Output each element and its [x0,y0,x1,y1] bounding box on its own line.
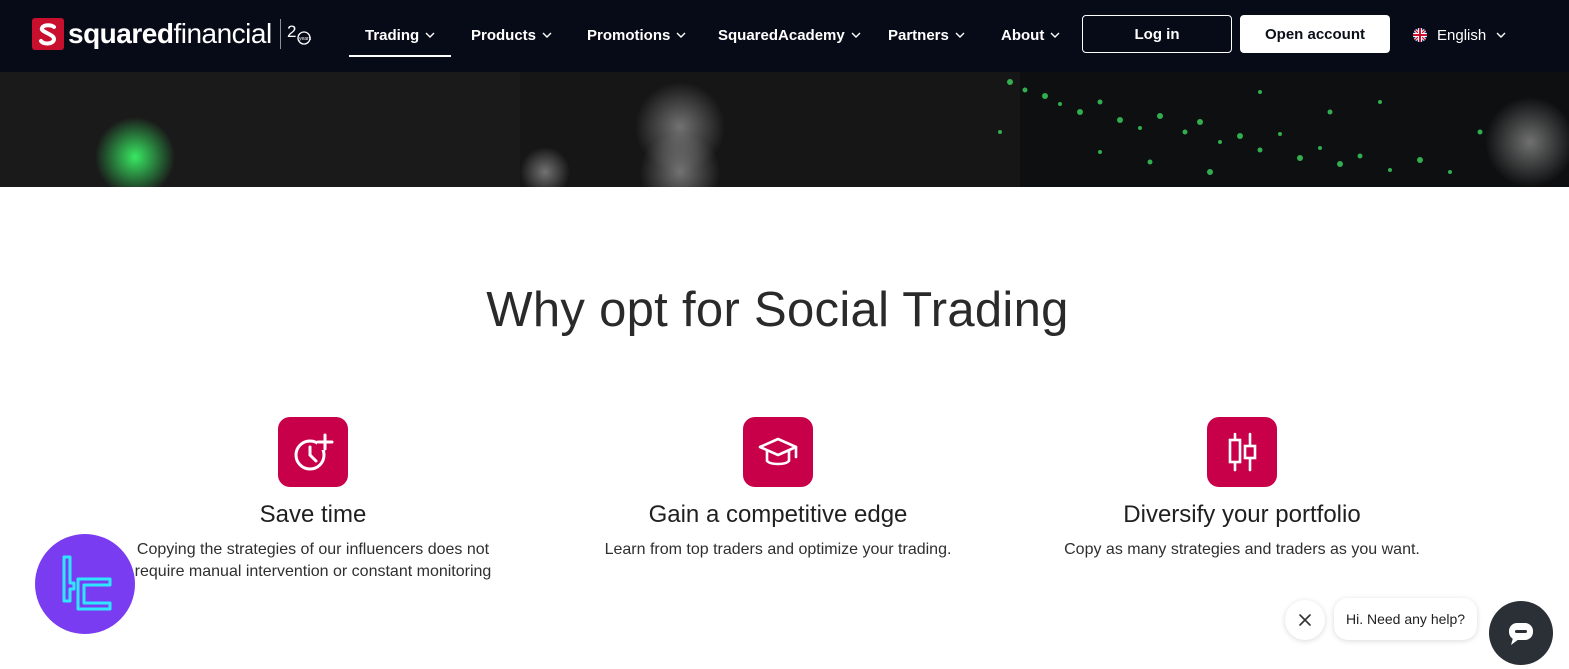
feature-save-time: Save time Copying the strategies of our … [123,417,503,583]
logo-divider [279,19,281,49]
nav-trading-label: Trading [365,26,420,44]
feature-title: Gain a competitive edge [648,501,908,528]
nav-promotions-label: Promotions [587,26,671,44]
language-label: English [1437,26,1487,44]
logo-mark-icon [32,18,64,50]
nav-partners[interactable]: Partners [888,23,965,47]
brand-logo[interactable]: squaredfinancial 2 years [32,17,315,51]
chevron-down-icon [1050,32,1060,38]
feature-title: Save time [259,501,367,528]
uk-flag-icon [1413,28,1427,42]
nav-squaredacademy-label: SquaredAcademy [718,26,845,44]
svg-text:years: years [299,36,312,42]
twenty-years-emblem-icon: 2 years [287,22,312,45]
chat-prompt-bubble[interactable]: Hi. Need any help? [1334,598,1478,640]
feature-competitive-edge: Gain a competitive edge Learn from top t… [588,417,968,561]
close-icon [1299,614,1311,626]
clock-plus-icon [278,417,348,487]
chat-dismiss-button[interactable] [1285,600,1325,640]
chevron-down-icon [955,32,965,38]
feature-description: Copy as many strategies and traders as y… [1064,541,1420,558]
graduation-cap-icon [743,417,813,487]
chevron-down-icon [676,32,686,38]
svg-text:2: 2 [287,22,296,41]
brand-name: squaredfinancial [68,18,272,49]
top-navbar: squaredfinancial 2 years Trading Product… [0,0,1569,72]
feature-description: Copying the strategies of our influencer… [134,541,492,580]
nav-products-label: Products [471,26,537,44]
login-button[interactable]: Log in [1082,15,1232,53]
nav-squaredacademy[interactable]: SquaredAcademy [718,23,861,47]
page: squaredfinancial 2 years Trading Product… [0,0,1569,669]
nav-about[interactable]: About [1001,23,1060,47]
nav-promotions[interactable]: Promotions [587,23,686,47]
feature-diversify-portfolio: Diversify your portfolio Copy as many st… [1052,417,1432,561]
chat-prompt-text: Hi. Need any help? [1346,611,1466,627]
tc-badge-icon[interactable] [35,534,135,634]
chevron-down-icon [542,32,552,38]
chat-launcher-button[interactable] [1489,601,1553,665]
chevron-down-icon [425,32,435,38]
nav-products[interactable]: Products [471,23,552,47]
nav-trading[interactable]: Trading [348,23,452,57]
nav-about-label: About [1001,26,1045,44]
candlestick-icon [1207,417,1277,487]
feature-title: Diversify your portfolio [1123,501,1361,528]
section-title: Why opt for Social Trading [486,283,1069,337]
hero-banner-image [0,72,1569,187]
language-selector[interactable]: English [1413,23,1506,47]
open-account-button[interactable]: Open account [1240,15,1390,53]
chat-icon [1509,623,1533,645]
nav-partners-label: Partners [888,26,949,44]
chevron-down-icon [851,32,861,38]
feature-description: Learn from top traders and optimize your… [604,541,952,558]
chevron-down-icon [1496,32,1506,38]
